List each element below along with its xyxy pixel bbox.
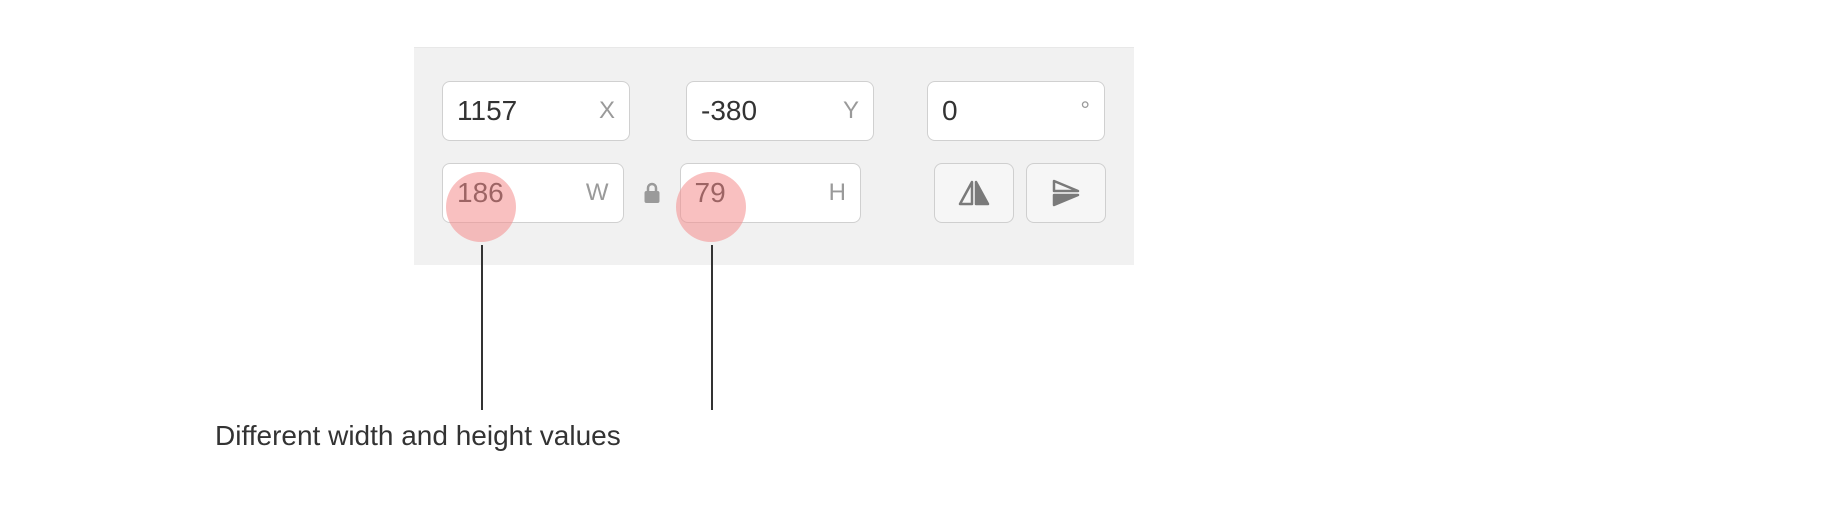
transform-panel: 1157 X -380 Y 0 ° 186 W 79 <box>414 47 1134 265</box>
flip-vertical-button[interactable] <box>1026 163 1106 223</box>
rotation-value: 0 <box>942 95 1074 127</box>
flip-horizontal-icon <box>956 178 992 208</box>
y-value: -380 <box>701 95 837 127</box>
flip-vertical-icon <box>1048 178 1084 208</box>
height-field[interactable]: 79 H <box>680 163 862 223</box>
y-label: Y <box>843 97 859 125</box>
rotation-unit: ° <box>1080 97 1090 125</box>
height-value: 79 <box>695 177 823 209</box>
flip-buttons <box>934 163 1106 223</box>
annotation-caption: Different width and height values <box>215 420 621 452</box>
lock-aspect-wrapper <box>638 181 666 205</box>
x-label: X <box>599 97 615 125</box>
annotation-line-width <box>481 245 483 410</box>
x-value: 1157 <box>457 95 593 127</box>
width-value: 186 <box>457 177 580 209</box>
lock-icon[interactable] <box>642 181 662 205</box>
height-label: H <box>829 179 846 207</box>
size-row: 186 W 79 H <box>442 163 1106 223</box>
y-field[interactable]: -380 Y <box>686 81 874 141</box>
annotation-line-height <box>711 245 713 410</box>
width-label: W <box>586 179 609 207</box>
flip-horizontal-button[interactable] <box>934 163 1014 223</box>
width-field[interactable]: 186 W <box>442 163 624 223</box>
position-row: 1157 X -380 Y 0 ° <box>442 81 1106 141</box>
rotation-field[interactable]: 0 ° <box>927 81 1105 141</box>
x-field[interactable]: 1157 X <box>442 81 630 141</box>
